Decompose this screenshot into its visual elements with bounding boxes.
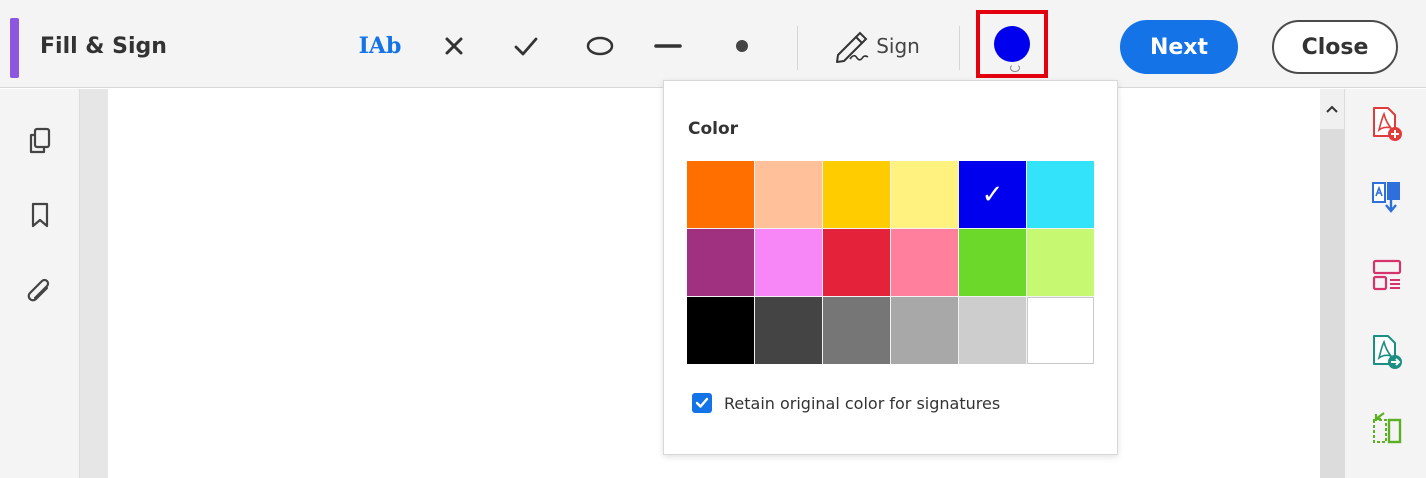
edit-pdf-icon[interactable] [1367,255,1407,297]
bookmark-icon[interactable] [22,197,58,233]
check-mark-tool[interactable] [506,24,546,68]
close-button[interactable]: Close [1272,20,1398,74]
current-color-swatch [994,26,1030,62]
ellipse-icon [586,36,614,56]
sign-label: Sign [876,34,920,58]
color-swatch[interactable] [891,161,958,228]
add-text-tool[interactable]: IAb [356,24,404,68]
dot-tool[interactable] [724,24,760,68]
add-text-icon: IAb [358,33,402,59]
check-mark-icon [514,37,538,56]
retain-color-label: Retain original color for signatures [724,393,1001,413]
line-icon [654,44,682,48]
send-for-sign-icon[interactable] [1367,331,1407,373]
color-swatch[interactable] [687,297,754,364]
signature-pen-icon [836,31,869,63]
color-swatch[interactable] [823,161,890,228]
create-pdf-icon[interactable] [1367,103,1407,145]
sign-button[interactable]: Sign [826,24,926,68]
left-navigation-rail [0,89,80,478]
line-tool[interactable] [648,24,688,68]
selected-check-icon: ✓ [981,179,1004,210]
cross-mark-tool[interactable] [434,24,474,68]
vertical-scrollbar[interactable] [1320,89,1344,478]
color-swatch[interactable] [823,297,890,364]
color-swatch[interactable] [823,229,890,296]
dropdown-caret-icon [1010,64,1020,72]
color-picker-button[interactable] [976,10,1048,78]
color-swatch[interactable] [1027,229,1094,296]
color-swatch[interactable] [1027,297,1094,364]
toolbar-separator [797,26,798,70]
color-popover: Color ✓ Retain original color for signat… [663,80,1118,455]
color-swatch-grid: ✓ [687,161,1094,364]
color-swatch[interactable] [891,229,958,296]
cross-mark-icon [445,37,463,55]
color-swatch[interactable] [1027,161,1094,228]
color-swatch[interactable] [755,161,822,228]
page-gutter [80,89,108,478]
organize-pages-icon[interactable] [1367,407,1407,449]
scroll-up-icon[interactable] [1320,89,1344,129]
export-pdf-icon[interactable] [1367,177,1407,219]
dot-icon [736,40,748,52]
attachment-icon[interactable] [22,275,58,311]
color-popover-title: Color [688,119,739,139]
color-swatch[interactable] [755,229,822,296]
tool-accent-bar [10,18,19,78]
tool-title: Fill & Sign [40,34,167,59]
ellipse-tool[interactable] [578,24,622,68]
color-swatch[interactable] [959,297,1026,364]
fill-sign-toolbar: Fill & Sign IAb Sign Next Close [0,0,1426,88]
color-swatch-selected[interactable]: ✓ [959,161,1026,228]
color-swatch[interactable] [687,229,754,296]
checkbox-check-icon [695,397,709,408]
color-swatch[interactable] [687,161,754,228]
color-swatch[interactable] [959,229,1026,296]
toolbar-separator [959,26,960,70]
retain-color-option[interactable]: Retain original color for signatures [692,393,1000,413]
next-button[interactable]: Next [1120,20,1238,74]
retain-color-checkbox[interactable] [692,393,712,413]
color-swatch[interactable] [755,297,822,364]
right-tools-rail [1344,89,1426,478]
color-swatch[interactable] [891,297,958,364]
pages-icon[interactable] [22,123,58,159]
